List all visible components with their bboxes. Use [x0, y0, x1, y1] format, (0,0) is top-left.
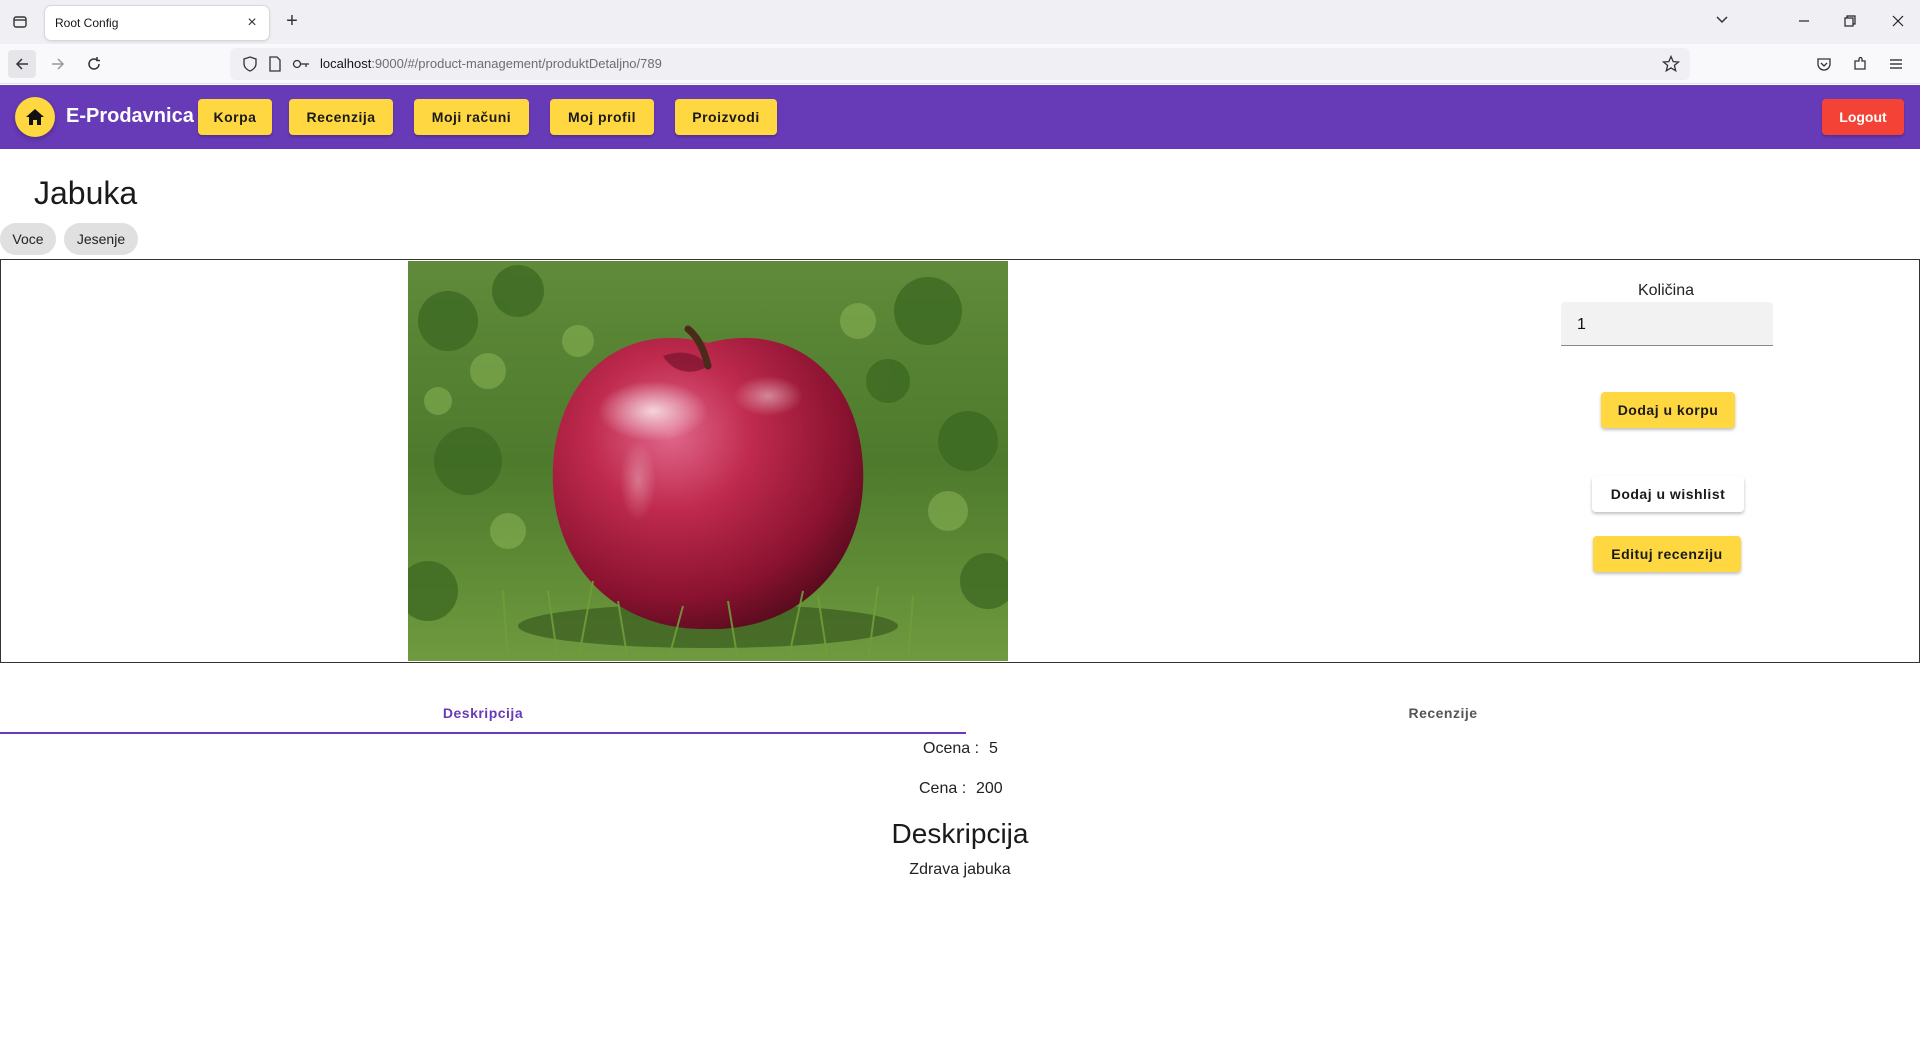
- bookmark-star-icon[interactable]: [1661, 54, 1681, 78]
- product-image: [408, 261, 1008, 661]
- price-label: Cena :: [919, 780, 967, 797]
- url-host: localhost: [320, 56, 372, 71]
- price-value: 200: [976, 780, 1003, 797]
- forward-icon[interactable]: [44, 50, 72, 78]
- description-heading: Deskripcija: [891, 818, 1029, 849]
- chevron-down-icon[interactable]: [1708, 8, 1736, 36]
- quantity-value: 1: [1577, 316, 1586, 333]
- back-icon[interactable]: [8, 50, 36, 78]
- tab-list-icon[interactable]: [8, 10, 32, 34]
- page-icon: [268, 56, 282, 77]
- rating-label: Ocena :: [923, 740, 980, 757]
- edit-review-button[interactable]: Edituj recenziju: [1593, 536, 1741, 572]
- reload-icon[interactable]: [80, 50, 108, 78]
- url-bar[interactable]: localhost:9000/#/product-management/prod…: [230, 48, 1690, 80]
- quantity-label: Količina: [1637, 282, 1695, 299]
- browser-toolbar: localhost:9000/#/product-management/prod…: [0, 44, 1920, 84]
- tag-chip[interactable]: Jesenje: [64, 223, 138, 255]
- home-button[interactable]: [15, 97, 55, 137]
- shield-icon[interactable]: [242, 56, 258, 77]
- browser-tab[interactable]: Root Config ×: [45, 6, 269, 40]
- nav-moji-racuni-button[interactable]: Moji računi: [414, 99, 529, 135]
- tab-reviews[interactable]: Recenzije: [966, 690, 1920, 736]
- active-tab-indicator: [0, 732, 966, 734]
- product-title: Jabuka: [34, 175, 138, 211]
- pocket-icon[interactable]: [1810, 50, 1838, 78]
- home-icon: [26, 109, 44, 125]
- browser-tabstrip: Root Config × +: [0, 0, 1920, 44]
- description-text: Zdrava jabuka: [909, 861, 1011, 878]
- tag-chip[interactable]: Voce: [0, 223, 56, 255]
- url-path: :9000/#/product-management/produktDetalj…: [371, 56, 662, 71]
- add-to-wishlist-button[interactable]: Dodaj u wishlist: [1592, 476, 1744, 512]
- app-header: E-Prodavnica Korpa Recenzija Moji računi…: [0, 85, 1920, 149]
- logout-button[interactable]: Logout: [1822, 99, 1904, 135]
- add-to-cart-button[interactable]: Dodaj u korpu: [1601, 392, 1735, 428]
- close-window-icon[interactable]: [1884, 8, 1912, 36]
- rating-value: 5: [989, 740, 998, 757]
- nav-recenzija-button[interactable]: Recenzija: [289, 99, 393, 135]
- nav-korpa-button[interactable]: Korpa: [198, 99, 272, 135]
- url-text[interactable]: localhost:9000/#/product-management/prod…: [320, 56, 662, 71]
- brand-title: E-Prodavnica: [66, 105, 194, 127]
- menu-icon[interactable]: [1882, 50, 1910, 78]
- minimize-icon[interactable]: [1790, 8, 1818, 36]
- quantity-input[interactable]: 1: [1561, 302, 1773, 346]
- extensions-icon[interactable]: [1846, 50, 1874, 78]
- key-icon[interactable]: [292, 56, 310, 77]
- nav-moj-profil-button[interactable]: Moj profil: [550, 99, 654, 135]
- new-tab-icon[interactable]: +: [280, 10, 304, 34]
- close-tab-icon[interactable]: ×: [243, 14, 261, 32]
- restore-icon[interactable]: [1836, 8, 1864, 36]
- tab-description[interactable]: Deskripcija: [0, 690, 966, 736]
- browser-tab-title: Root Config: [55, 16, 119, 30]
- nav-proizvodi-button[interactable]: Proizvodi: [675, 99, 777, 135]
